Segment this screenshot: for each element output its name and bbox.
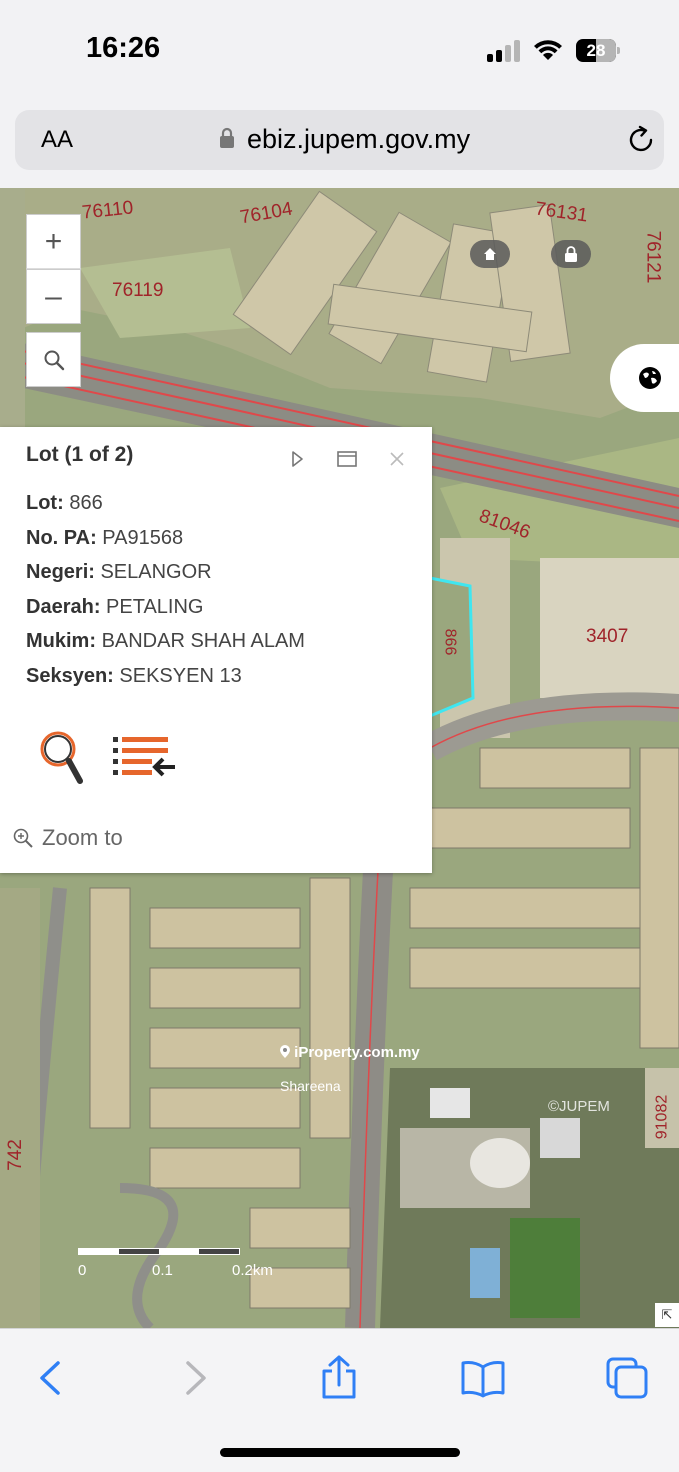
field-mukim: Mukim: BANDAR SHAH ALAM bbox=[26, 630, 305, 653]
battery-icon: 28 bbox=[576, 39, 620, 62]
field-no-pa: No. PA: PA91568 bbox=[26, 526, 184, 549]
home-icon bbox=[484, 248, 496, 260]
attribute-list: Lot: 866 No. PA: PA91568 Negeri: SELANGO… bbox=[26, 489, 305, 697]
list-report-icon[interactable] bbox=[113, 735, 179, 783]
battery-level: 28 bbox=[586, 41, 606, 60]
cellular-signal-icon bbox=[487, 40, 521, 62]
search-icon bbox=[44, 350, 64, 370]
watermark: iProperty.com.my bbox=[280, 1044, 420, 1061]
scale-label: 0.2km bbox=[232, 1262, 273, 1279]
magnifier-tool-icon[interactable] bbox=[38, 729, 84, 787]
popup-title: Lot (1 of 2) bbox=[26, 443, 134, 466]
watermark-subtext: Shareena bbox=[280, 1078, 341, 1094]
lock-icon bbox=[565, 246, 577, 262]
globe-icon bbox=[639, 367, 661, 389]
scale-label: 0.1 bbox=[152, 1262, 173, 1279]
field-daerah: Daerah: PETALING bbox=[26, 595, 204, 618]
lot-label: 91082 bbox=[653, 1094, 671, 1140]
copyright-text: ©JUPEM bbox=[548, 1098, 610, 1115]
reload-icon[interactable] bbox=[625, 123, 657, 155]
lot-label: 76119 bbox=[112, 280, 164, 301]
field-lot: Lot: 866 bbox=[26, 492, 103, 514]
attribution-icon[interactable]: ⇱ bbox=[655, 1303, 679, 1327]
zoom-to-link[interactable]: Zoom to bbox=[12, 825, 123, 851]
lock-icon bbox=[220, 127, 234, 148]
zoom-out-button[interactable]: – bbox=[26, 269, 81, 324]
zoom-in-icon bbox=[13, 828, 33, 848]
share-icon[interactable] bbox=[316, 1355, 362, 1401]
status-time: 16:26 bbox=[86, 32, 161, 64]
home-marker[interactable] bbox=[470, 240, 510, 268]
lot-info-popup: Lot (1 of 2) Lot: 866 No. PA: PA91568 Ne… bbox=[0, 427, 432, 873]
field-negeri: Negeri: SELANGOR bbox=[26, 561, 212, 584]
scale-label: 0 bbox=[78, 1262, 87, 1279]
lot-label: 742 bbox=[4, 1139, 26, 1171]
zoom-to-label: Zoom to bbox=[42, 825, 123, 850]
address-bar[interactable]: AA ebiz.jupem.gov.my bbox=[15, 110, 664, 170]
text-size-button[interactable]: AA bbox=[41, 126, 73, 154]
zoom-in-button[interactable]: + bbox=[26, 214, 81, 269]
map-search-button[interactable] bbox=[26, 332, 81, 387]
bookmarks-icon[interactable] bbox=[460, 1355, 506, 1401]
tabs-icon[interactable] bbox=[604, 1355, 650, 1401]
next-feature-icon[interactable] bbox=[285, 447, 309, 471]
back-icon[interactable] bbox=[28, 1355, 74, 1401]
field-seksyen: Seksyen: SEKSYEN 13 bbox=[26, 664, 242, 687]
lot-label: 3407 bbox=[586, 626, 629, 647]
close-icon[interactable] bbox=[385, 447, 409, 471]
dock-popup-icon[interactable] bbox=[335, 447, 359, 471]
lot-label: 76121 bbox=[642, 230, 664, 284]
url-text[interactable]: ebiz.jupem.gov.my bbox=[247, 124, 470, 155]
scale-bar: 0 0.1 0.2km bbox=[78, 1248, 273, 1288]
home-indicator bbox=[220, 1448, 460, 1457]
lot-label: 866 bbox=[441, 628, 459, 656]
watermark-text: iProperty.com.my bbox=[294, 1044, 420, 1061]
forward-icon[interactable] bbox=[172, 1355, 218, 1401]
basemap-button[interactable] bbox=[610, 344, 679, 412]
status-bar: 16:26 28 bbox=[0, 0, 679, 100]
lock-marker[interactable] bbox=[551, 240, 591, 268]
screen: 16:26 28 AA ebiz.jupem.gov.my 76110 7610… bbox=[0, 0, 679, 1472]
location-pin-icon bbox=[280, 1045, 290, 1058]
wifi-icon bbox=[534, 40, 562, 60]
